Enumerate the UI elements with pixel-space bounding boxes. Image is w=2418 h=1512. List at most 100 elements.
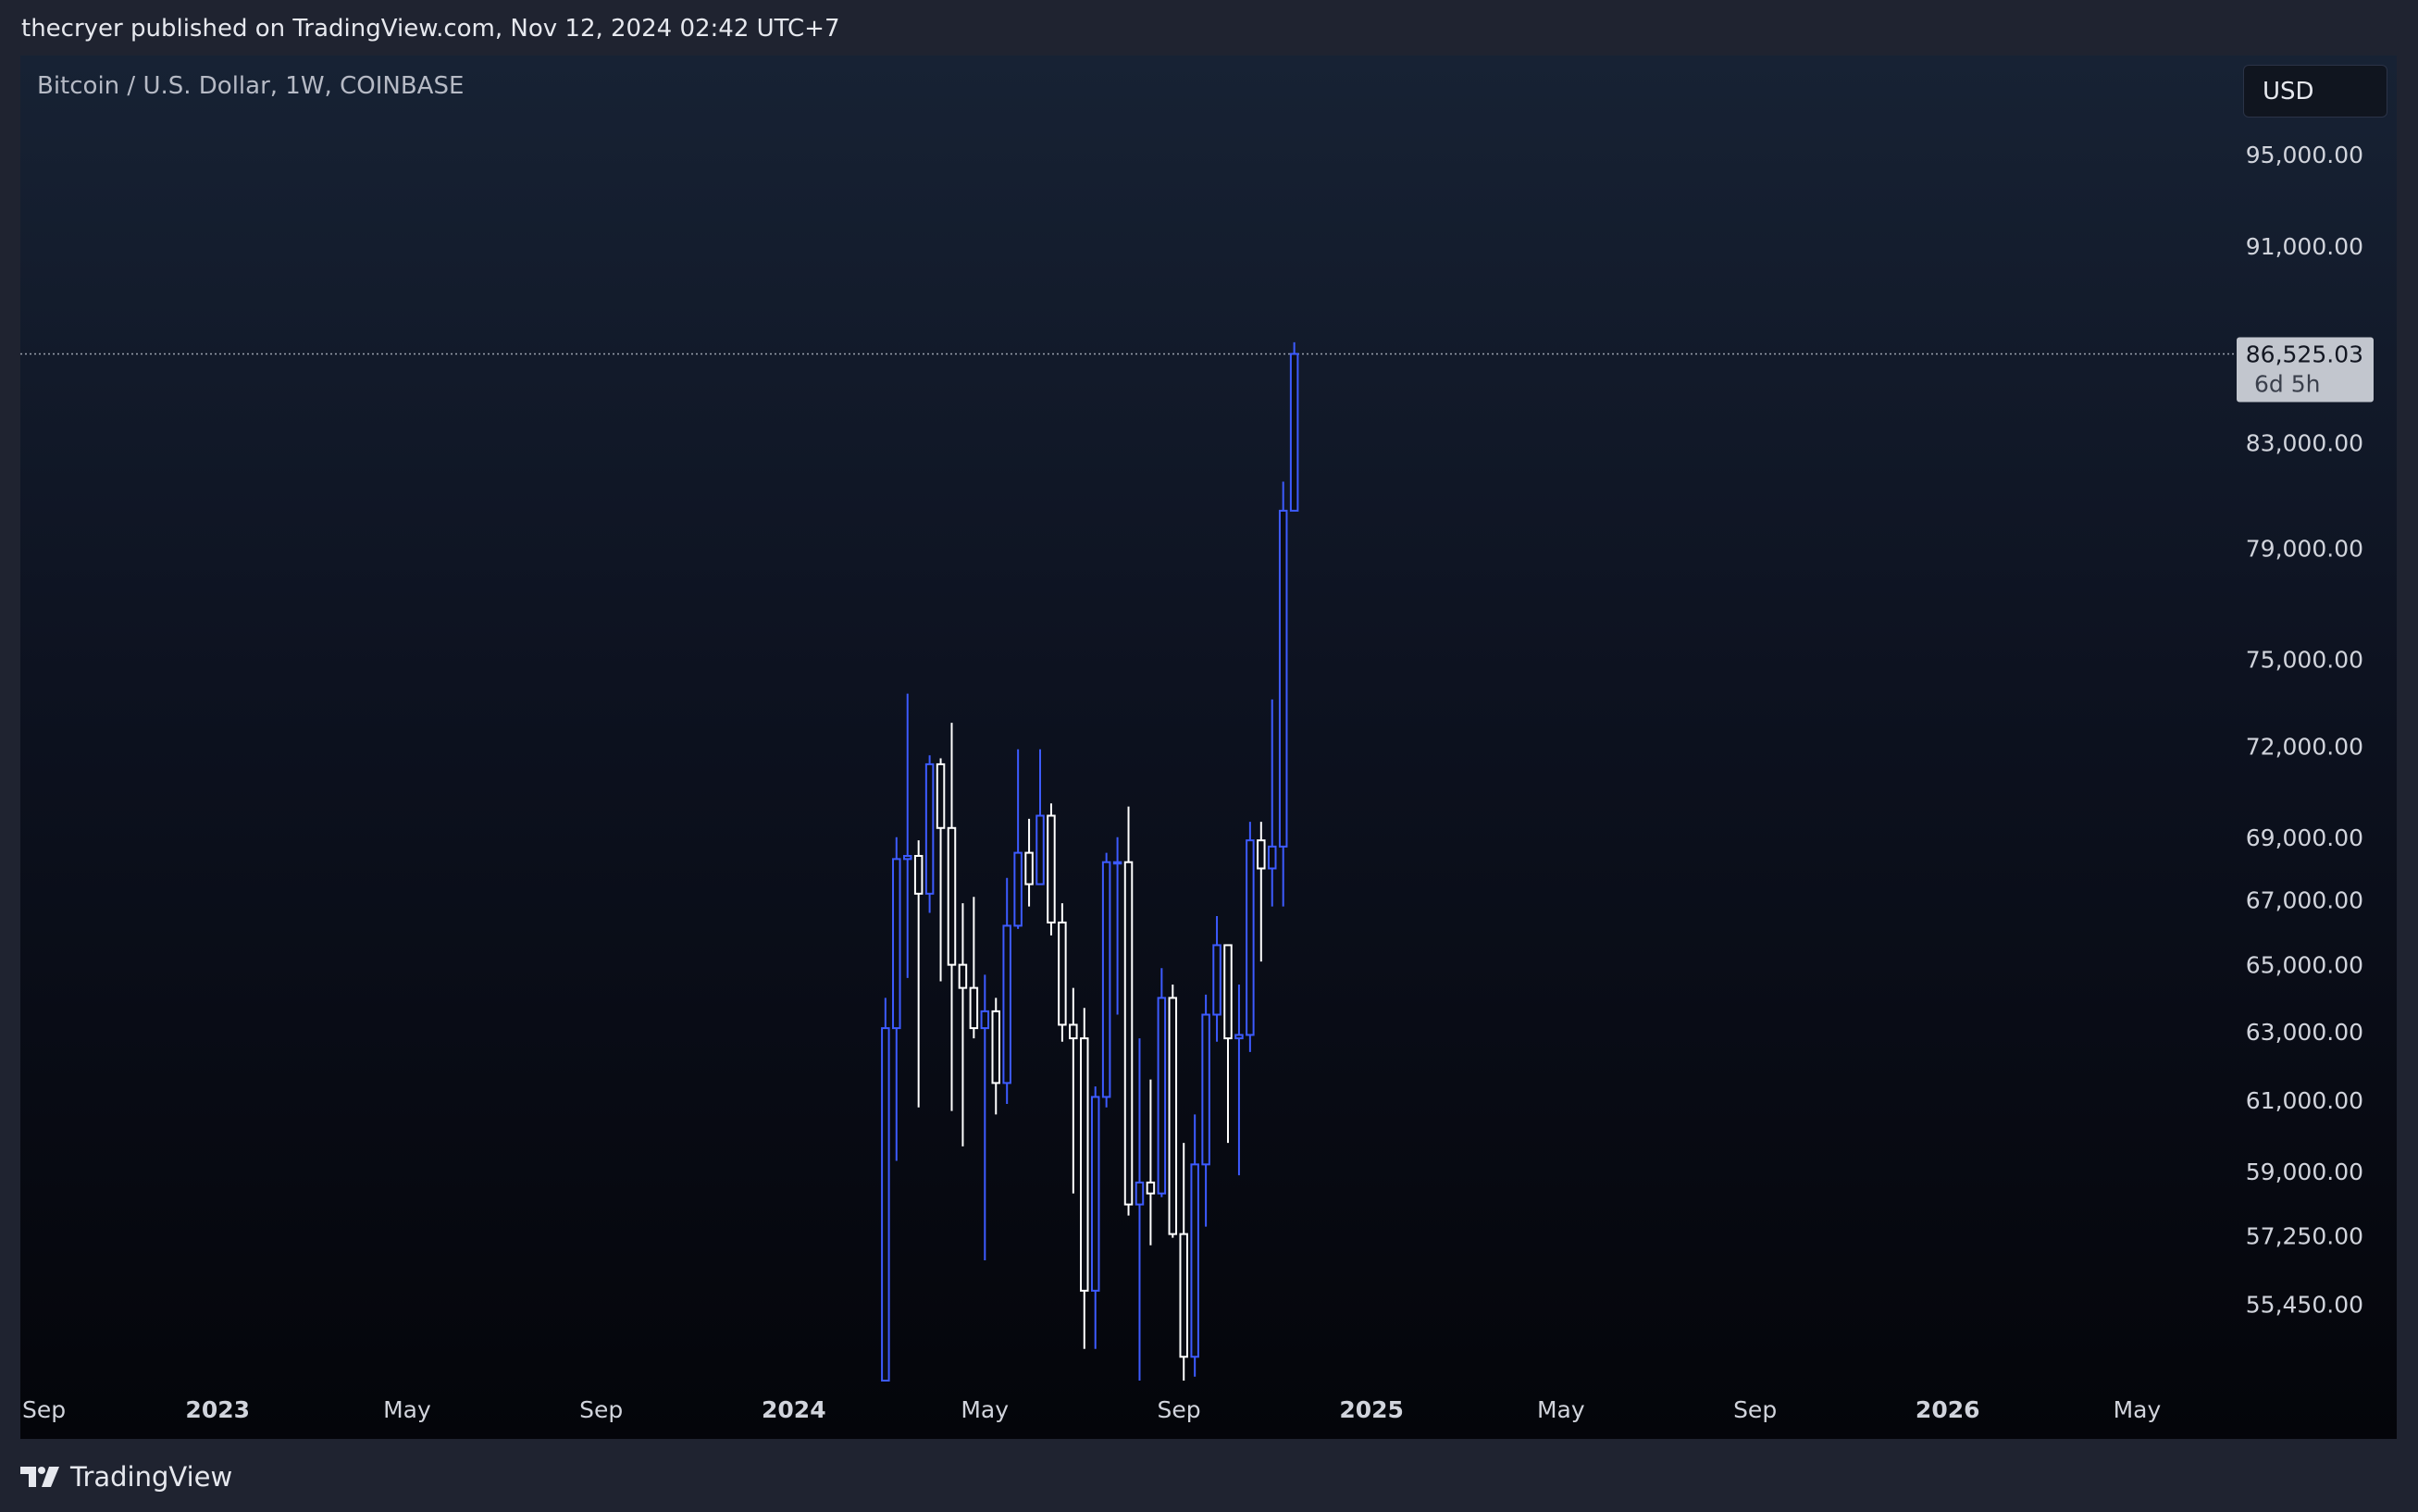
candle <box>1212 915 1221 1042</box>
candle-body <box>913 854 924 895</box>
candle-body <box>947 826 957 966</box>
last-price-tag: 86,525.03 6d 5h <box>2237 337 2374 403</box>
candle <box>1289 341 1299 512</box>
candle <box>1246 822 1255 1052</box>
time-axis[interactable]: Sep 2023 May Sep 2024 May Sep 2025 May Sep 2026 May <box>22 1396 2161 1423</box>
candle <box>947 723 957 1111</box>
time-axis-label: 2023 <box>185 1396 250 1423</box>
time-axis-label: 2024 <box>762 1396 826 1423</box>
price-axis-label: 69,000.00 <box>2246 824 2363 851</box>
candle <box>1101 852 1111 1108</box>
candle <box>1278 481 1288 907</box>
candle-body <box>936 762 946 829</box>
footer-brand: TradingView <box>70 1461 233 1493</box>
price-axis-label: 67,000.00 <box>2246 887 2363 914</box>
candle-body <box>1080 1037 1089 1292</box>
price-axis-label: 57,250.00 <box>2246 1223 2363 1250</box>
candle <box>936 758 946 982</box>
candle-body <box>1278 509 1288 848</box>
candle-body <box>1135 1181 1145 1206</box>
candle-body <box>958 963 968 989</box>
price-axis-label: 61,000.00 <box>2246 1087 2363 1114</box>
time-axis-label: Sep <box>579 1396 623 1423</box>
candle <box>1146 1079 1156 1246</box>
candle-body <box>1223 944 1233 1040</box>
time-axis-label: May <box>383 1396 431 1423</box>
candles-layer <box>881 341 1299 1382</box>
candle <box>1123 806 1134 1216</box>
currency-label: USD <box>2263 77 2314 105</box>
last-price-value: 86,525.03 <box>2246 341 2363 367</box>
candle-body <box>1024 851 1034 886</box>
candle-body <box>1289 353 1299 512</box>
candle <box>1168 985 1178 1238</box>
candle-body <box>1234 1034 1244 1040</box>
price-axis-label: 55,450.00 <box>2246 1291 2363 1318</box>
candle <box>881 998 890 1382</box>
candle-body <box>1112 861 1122 865</box>
candle <box>1234 985 1244 1176</box>
price-axis-label: 63,000.00 <box>2246 1019 2363 1046</box>
candle <box>1090 1086 1100 1349</box>
candle-body <box>1058 921 1067 1026</box>
candle-body <box>1268 845 1277 870</box>
candle-body <box>1257 839 1266 870</box>
candle-body <box>1179 1233 1188 1358</box>
candle-body <box>1157 997 1167 1195</box>
candle-body <box>1201 1013 1210 1166</box>
symbol-title: Bitcoin / U.S. Dollar, 1W, COINBASE <box>37 72 465 100</box>
candle-body <box>1069 1023 1078 1040</box>
candle <box>1047 803 1056 936</box>
candle-body <box>1035 814 1045 886</box>
time-axis-label: 2025 <box>1339 1396 1404 1423</box>
candle <box>902 693 912 978</box>
candle <box>1257 822 1266 962</box>
candle <box>991 998 1000 1115</box>
price-chart[interactable]: 95,000.00 91,000.00 83,000.00 79,000.00 75,0… <box>20 56 2397 1439</box>
time-axis-label: Sep <box>22 1396 66 1423</box>
candle-countdown: 6d 5h <box>2254 370 2320 397</box>
price-axis-label: 91,000.00 <box>2246 233 2363 260</box>
candle <box>1112 837 1122 1015</box>
candle-body <box>1246 839 1255 1036</box>
tradingview-logo-icon <box>20 1467 59 1487</box>
candle <box>1135 1038 1145 1381</box>
time-axis-label: May <box>961 1396 1009 1423</box>
price-axis-label: 59,000.00 <box>2246 1159 2363 1185</box>
candle <box>1157 968 1167 1197</box>
price-axis-label: 72,000.00 <box>2246 734 2363 761</box>
tradingview-logo[interactable]: TradingView <box>20 1460 232 1493</box>
candle-body <box>1013 851 1023 927</box>
candle <box>1069 987 1078 1194</box>
candle-body <box>924 762 935 895</box>
candle <box>1013 749 1023 929</box>
price-axis-label: 65,000.00 <box>2246 952 2363 979</box>
candle-body <box>1190 1163 1199 1358</box>
candle-body <box>1212 944 1221 1016</box>
time-axis-label: 2026 <box>1916 1396 1980 1423</box>
candle <box>980 974 990 1261</box>
candle <box>958 903 968 1146</box>
time-axis-label: Sep <box>1733 1396 1777 1423</box>
candle <box>1058 903 1067 1042</box>
candle-body <box>1101 861 1111 1098</box>
price-axis-label: 79,000.00 <box>2246 535 2363 562</box>
candle-body <box>1090 1096 1100 1292</box>
candle <box>969 897 979 1039</box>
candle-body <box>991 1010 1000 1084</box>
price-axis[interactable]: 95,000.00 91,000.00 83,000.00 79,000.00 75,0… <box>2246 142 2363 1319</box>
candle-body <box>892 858 901 1030</box>
price-axis-label: 83,000.00 <box>2246 429 2363 456</box>
candle-body <box>969 986 979 1030</box>
time-axis-label: Sep <box>1157 1396 1200 1423</box>
candle-body <box>1168 997 1178 1235</box>
chart-panel[interactable]: 95,000.00 91,000.00 83,000.00 79,000.00 75,0… <box>20 56 2397 1439</box>
candle <box>1201 994 1210 1227</box>
time-axis-label: May <box>2114 1396 2162 1423</box>
candle <box>892 837 901 1161</box>
candle <box>1268 699 1277 907</box>
candle <box>913 840 924 1108</box>
currency-button[interactable]: USD <box>2243 65 2387 118</box>
publisher-line: thecryer published on TradingView.com, N… <box>21 15 840 43</box>
candle <box>1080 1008 1089 1349</box>
